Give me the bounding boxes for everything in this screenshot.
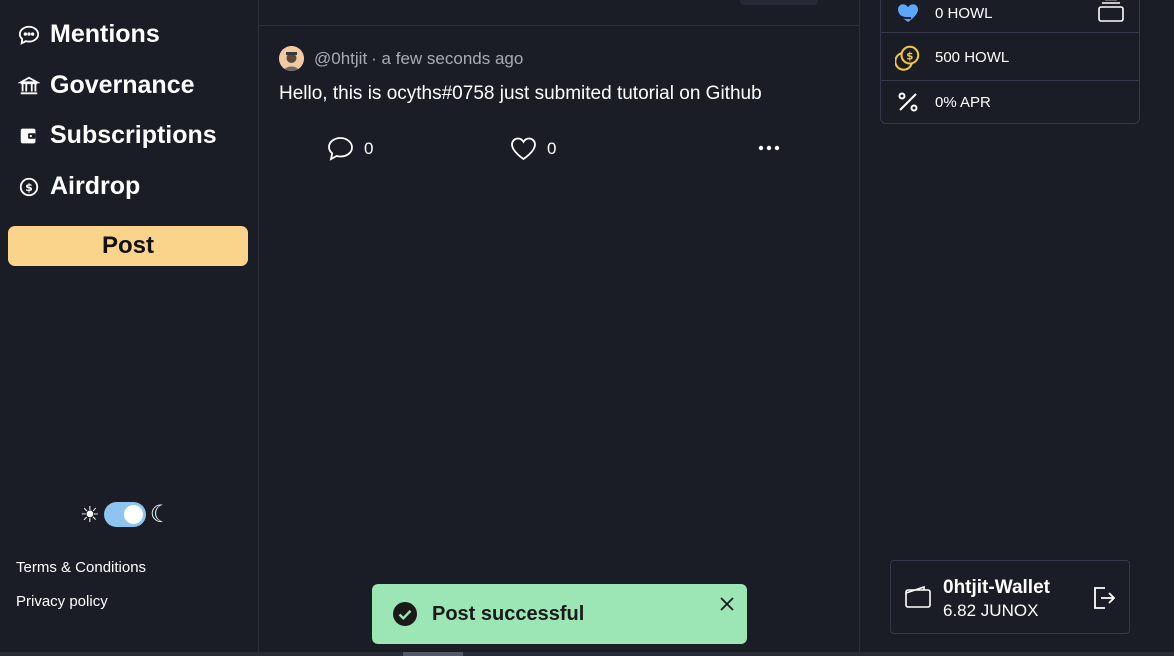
ellipsis-icon (758, 145, 780, 151)
svg-text:$: $ (906, 51, 913, 62)
post-handle[interactable]: @0htjit (314, 49, 367, 69)
privacy-link[interactable]: Privacy policy (16, 593, 108, 610)
sidebar-item-governance[interactable]: Governance (18, 71, 195, 100)
wallet-balance: 6.82 JUNOX (943, 601, 1039, 620)
divider (881, 80, 1139, 81)
close-icon[interactable] (719, 596, 735, 612)
toast-notification: Post successful (372, 584, 747, 644)
sidebar-item-airdrop[interactable]: $ Airdrop (18, 172, 140, 201)
svg-text:$: $ (25, 181, 33, 194)
sidebar-item-label: Subscriptions (50, 121, 217, 149)
more-options-button[interactable] (757, 138, 781, 163)
dollar-coin-icon: $ (19, 177, 39, 196)
wallet-icon (20, 128, 36, 143)
terms-link[interactable]: Terms & Conditions (16, 559, 146, 576)
heart-icon (511, 137, 536, 161)
wallet-name: 0htjit-Wallet (943, 577, 1050, 598)
chat-bubble-icon (18, 25, 40, 45)
stats-card: 0 HOWL $ 500 HOWL 0% APR (880, 0, 1140, 124)
horizontal-scrollbar[interactable] (0, 652, 1174, 656)
sidebar-item-mentions[interactable]: Mentions (18, 20, 160, 49)
wallet-card[interactable]: 0htjit-Wallet 6.82 JUNOX (890, 560, 1130, 634)
stat-balance: $ 500 HOWL (881, 43, 1139, 71)
wallet-icon (905, 585, 931, 608)
bank-icon (18, 76, 40, 94)
post-header: @0htjit · a few seconds ago (279, 46, 523, 71)
toast-message: Post successful (432, 603, 585, 625)
toggle-knob (123, 505, 143, 524)
sidebar-item-label: Mentions (50, 20, 160, 48)
comment-button[interactable]: 0 (327, 136, 373, 161)
stack-icon[interactable] (1097, 0, 1125, 29)
post-button[interactable]: Post (8, 226, 248, 266)
divider (881, 32, 1139, 33)
logout-icon[interactable] (1091, 585, 1117, 611)
main-feed: @0htjit · a few seconds ago Hello, this … (259, 0, 860, 656)
stat-apr-value: 0% APR (935, 93, 991, 111)
heart-hand-icon (895, 0, 921, 26)
stat-apr: 0% APR (881, 89, 1139, 115)
avatar-image (279, 46, 304, 71)
coins-icon: $ (895, 44, 921, 71)
sidebar-item-subscriptions[interactable]: Subscriptions (18, 121, 217, 150)
divider (259, 25, 859, 26)
avatar[interactable] (279, 46, 304, 71)
stat-staked-value: 0 HOWL (935, 4, 993, 22)
theme-toggle[interactable] (103, 502, 146, 527)
post-time: · a few seconds ago (371, 48, 524, 68)
post-body: Hello, this is ocyths#0758 just submited… (279, 83, 762, 104)
sidebar-item-label: Airdrop (50, 172, 141, 200)
moon-icon: ☾ (149, 501, 172, 528)
check-circle-icon (393, 602, 417, 626)
sun-icon: ☀ (80, 501, 100, 527)
comment-icon (328, 137, 353, 161)
like-count: 0 (547, 138, 557, 158)
comment-count: 0 (364, 138, 374, 158)
like-button[interactable]: 0 (510, 136, 556, 161)
right-panel: 0 HOWL $ 500 HOWL 0% APR 0htjit-Wallet 6… (860, 0, 1174, 656)
top-tab-stub (740, 0, 818, 5)
theme-toggle-group: ☀ ☾ (80, 500, 171, 529)
sidebar: Mentions Governance Subscriptions $ Aird… (0, 0, 259, 656)
sidebar-item-label: Governance (50, 71, 195, 99)
scrollbar-thumb[interactable] (403, 652, 463, 656)
stat-balance-value: 500 HOWL (935, 48, 1010, 66)
percent-icon (895, 89, 921, 115)
